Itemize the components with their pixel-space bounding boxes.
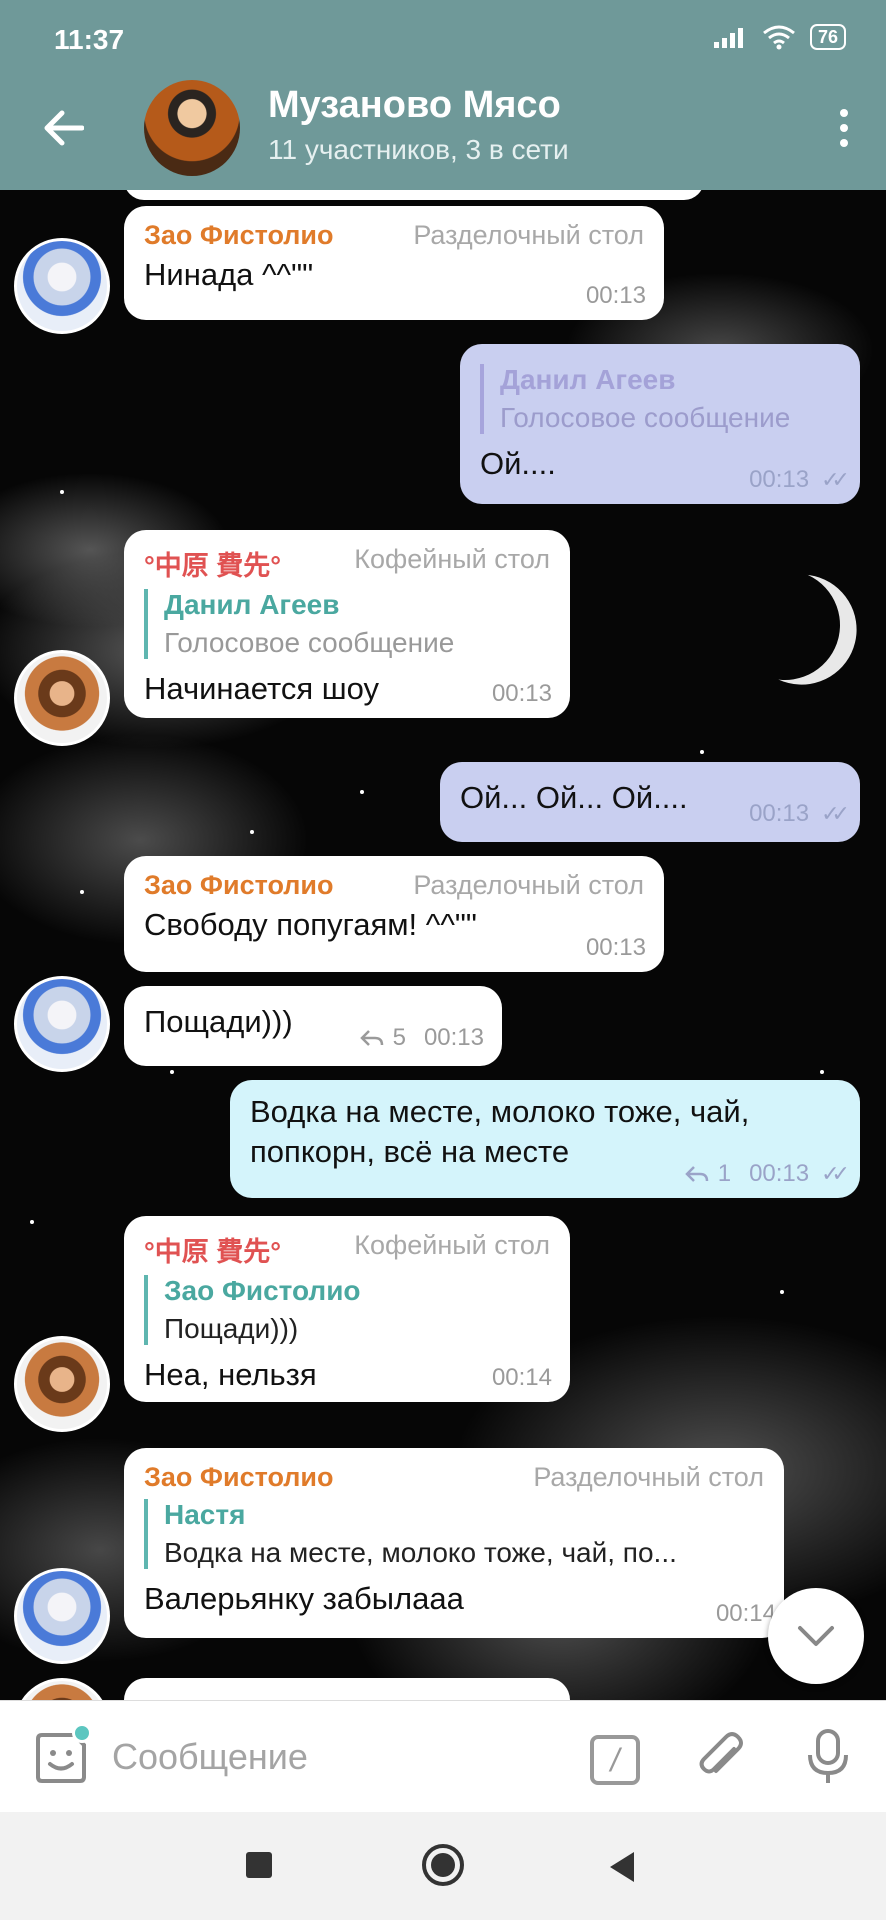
message-time: 00:13 [491,680,552,707]
moon-decoration [715,555,856,696]
reply-preview[interactable]: Данил Агеев Голосовое сообщение [480,364,840,434]
message-bubble[interactable]: °中原 費先° Кофейный стол Зао Фистолио Пощади… [124,1216,570,1402]
back-button[interactable] [36,100,92,156]
message-list[interactable]: Зао Фистолио Разделочный стол Нинада ^^""… [0,190,886,1700]
reply-author: Данил Агеев [164,589,340,620]
avatar [14,1678,110,1700]
message-time: 00:13 [749,800,810,827]
avatar[interactable] [14,238,110,334]
reply-preview[interactable]: Данил Агеев Голосовое сообщение [144,589,550,659]
message-bubble[interactable]: °中原 費先° Кофейный стол Данил Агеев Голосов… [124,530,570,718]
reply-arrow-icon [684,1166,708,1182]
sender-name[interactable]: Зао Фистолио [144,870,334,901]
message-bubble[interactable]: Пощади))) 5 00:13 [124,986,502,1066]
sender-name[interactable]: °中原 費先° [144,1230,281,1269]
status-time: 11:37 [54,24,125,55]
message-time: 00:13 [749,466,810,493]
more-vertical-icon [840,109,848,117]
message-bubble[interactable]: Зао Фистолио Разделочный стол Нинада ^^""… [124,206,664,320]
system-back-button[interactable] [610,1852,634,1882]
avatar[interactable] [14,1336,110,1432]
message-bubble[interactable]: Зао Фистолио Разделочный стол Настя Водка… [124,1448,784,1638]
message-bubble-outgoing[interactable]: Данил Агеев Голосовое сообщение Ой.... 0… [460,344,860,504]
system-navigation-bar [0,1812,886,1920]
message-bubble-outgoing[interactable]: Водка на месте, молоко тоже, чай, попкор… [230,1080,860,1198]
message-text: Неа, нельзя [144,1357,317,1392]
sender-name[interactable]: °中原 費先° [144,544,281,583]
avatar[interactable] [14,1568,110,1664]
sender-name[interactable]: Зао Фистолио [144,220,334,251]
signal-icon [713,28,743,48]
reply-text: Водка на месте, молоко тоже, чай, по... [164,1537,677,1568]
message-input-bar: / [0,1700,886,1812]
sender-title: Кофейный стол [354,544,550,574]
message-text: Валерьянку забылааа [144,1581,464,1616]
app-header: 11:37 76 Музаново Мясо 11 участников, 3 … [0,0,886,190]
notification-dot [72,1723,92,1743]
reply-count[interactable]: 5 [393,1024,406,1052]
message-text: Начинается шоу [144,671,379,706]
reply-text: Голосовое сообщение [500,402,791,433]
reply-text: Пощади))) [164,1313,299,1344]
microphone-icon[interactable] [800,1727,856,1787]
message-time: 00:14 [715,1600,776,1627]
arrow-left-icon [44,110,84,146]
message-time: 00:13 [423,1024,484,1051]
message-text: Свободу попугаям! ^^"" [144,907,477,942]
reply-count[interactable]: 1 [718,1160,731,1188]
more-options-button[interactable] [822,100,866,156]
sender-name[interactable]: Зао Фистолио [144,1462,334,1493]
message-bubble-partial [124,190,704,200]
sender-title: Разделочный стол [533,1462,764,1492]
reply-arrow-icon [359,1030,383,1046]
message-text: Нинада ^^"" [144,257,314,292]
reply-author: Настя [164,1499,246,1530]
reply-text: Голосовое сообщение [164,627,455,658]
bot-commands-button[interactable]: / [590,1735,640,1785]
chevron-down-icon [798,1626,834,1646]
message-time: 00:13 [585,934,646,961]
double-check-icon: ✓✓ [821,467,850,492]
battery-indicator: 76 [809,24,846,50]
avatar[interactable] [14,650,110,746]
message-bubble[interactable]: Зао Фистолио Разделочный стол Свободу поп… [124,856,664,972]
double-check-icon: ✓✓ [821,801,850,826]
message-text-line: Водка на месте, молоко тоже, чай, [250,1094,750,1129]
double-check-icon: ✓✓ [821,1161,850,1186]
status-icons: 76 [713,24,846,50]
sender-title: Кофейный стол [354,1230,550,1260]
avatar[interactable] [14,976,110,1072]
chat-title[interactable]: Музаново Мясо [268,84,561,127]
message-bubble-outgoing[interactable]: Ой... Ой... Ой.... 00:13 ✓✓ [440,762,860,842]
sender-title: Разделочный стол [413,220,644,250]
message-time: 00:13 [749,1160,810,1187]
message-input[interactable] [112,1725,552,1789]
paperclip-icon[interactable] [694,1731,750,1787]
recents-button[interactable] [246,1852,272,1878]
reply-author: Зао Фистолио [164,1275,361,1306]
scroll-to-bottom-button[interactable] [768,1588,864,1684]
wifi-icon [763,25,795,50]
message-bubble-partial [124,1678,570,1700]
chat-subtitle[interactable]: 11 участников, 3 в сети [268,134,569,166]
sender-title: Разделочный стол [413,870,644,900]
reply-preview[interactable]: Зао Фистолио Пощади))) [144,1275,550,1345]
reply-author: Данил Агеев [500,364,676,395]
message-time: 00:13 [585,282,646,309]
reply-preview[interactable]: Настя Водка на месте, молоко тоже, чай, … [144,1499,764,1569]
group-avatar[interactable] [144,80,240,176]
home-button[interactable] [422,1844,464,1886]
message-time: 00:14 [491,1364,552,1391]
